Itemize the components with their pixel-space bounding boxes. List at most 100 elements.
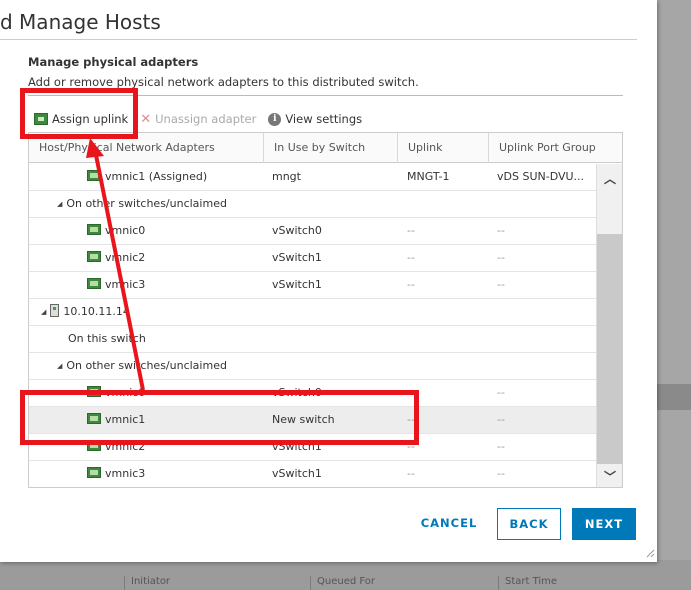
adapter-name-cell: vmnic1 (Assigned) <box>87 164 264 190</box>
network-adapter-icon <box>87 440 101 451</box>
adapter-name-cell: vmnic3 <box>87 461 264 487</box>
uplink-cell: -- <box>407 467 415 480</box>
column-header-adapters[interactable]: Host/Physical Network Adapters <box>29 133 264 163</box>
background-panel <box>657 0 691 590</box>
group-row[interactable]: ◢ On other switches/unclaimed <box>29 353 596 380</box>
adapter-name-cell: vmnic2 <box>87 245 264 271</box>
scroll-down-icon[interactable]: ﹀ <box>602 470 618 484</box>
adapter-name-cell: ◢ On other switches/unclaimed <box>57 191 264 217</box>
adapter-row[interactable]: vmnic1 New switch -- -- <box>29 407 596 434</box>
column-header-port-group[interactable]: Uplink Port Group <box>489 133 622 163</box>
host-server-icon <box>50 304 60 317</box>
adapter-toolbar: Assign uplink ✕ Unassign adapter i View … <box>28 108 368 130</box>
assign-uplink-button[interactable]: Assign uplink <box>28 108 134 130</box>
column-header-switch[interactable]: In Use by Switch <box>264 133 398 163</box>
unassign-adapter-button[interactable]: ✕ Unassign adapter <box>134 108 262 130</box>
background-column-header: Queued For <box>310 576 495 590</box>
network-adapter-icon <box>87 170 101 181</box>
switch-cell: vSwitch0 <box>272 224 322 237</box>
view-settings-button[interactable]: i View settings <box>262 108 368 130</box>
section-divider <box>28 95 623 96</box>
port-group-cell: -- <box>497 467 505 480</box>
adapter-name: On this switch <box>68 332 146 345</box>
network-adapter-icon <box>87 251 101 262</box>
port-group-cell: -- <box>497 386 505 399</box>
adapter-name-cell: On this switch <box>68 326 264 352</box>
background-column-header: Initiator <box>124 576 309 590</box>
resize-grip-icon[interactable] <box>645 548 655 558</box>
adapter-name: vmnic0 <box>105 224 146 237</box>
uplink-cell: -- <box>407 278 415 291</box>
background-task-table: Initiator Queued For Start Time <box>0 560 691 590</box>
port-group-cell: -- <box>497 251 505 264</box>
column-header-uplink[interactable]: Uplink <box>398 133 489 163</box>
network-adapter-icon <box>87 278 101 289</box>
uplink-cell: MNGT-1 <box>407 170 450 183</box>
network-adapter-icon <box>87 224 101 235</box>
info-icon: i <box>268 112 282 126</box>
adapter-name-cell: vmnic3 <box>87 272 264 298</box>
group-row[interactable]: On this switch <box>29 326 596 353</box>
scroll-thumb[interactable] <box>597 234 622 464</box>
expand-collapse-icon[interactable]: ◢ <box>57 191 62 217</box>
switch-cell: mngt <box>272 170 301 183</box>
group-row[interactable]: ◢ On other switches/unclaimed <box>29 191 596 218</box>
adapter-name: On other switches/unclaimed <box>66 359 227 372</box>
title-divider <box>0 39 637 40</box>
uplink-cell: -- <box>407 440 415 453</box>
back-button[interactable]: BACK <box>497 508 561 540</box>
port-group-cell: -- <box>497 278 505 291</box>
background-column-header: Start Time <box>498 576 691 590</box>
adapter-name-cell: ◢ 10.10.11.14 <box>41 299 264 325</box>
uplink-cell: -- <box>407 386 415 399</box>
host-row[interactable]: ◢ 10.10.11.14 <box>29 299 596 326</box>
network-adapter-icon <box>87 467 101 478</box>
adapter-name: vmnic1 (Assigned) <box>105 170 208 183</box>
expand-collapse-icon[interactable]: ◢ <box>57 353 62 379</box>
adapter-row[interactable]: vmnic1 (Assigned) mngt MNGT-1 vDS SUN-DVU..… <box>29 164 596 191</box>
next-button[interactable]: NEXT <box>572 508 636 540</box>
adapter-name-cell: vmnic1 <box>87 407 264 433</box>
switch-cell: New switch <box>272 413 335 426</box>
adapter-row[interactable]: vmnic3 vSwitch1 -- -- <box>29 272 596 299</box>
grid-scrollbar[interactable]: ︿ ﹀ <box>596 164 622 487</box>
port-group-cell: -- <box>497 440 505 453</box>
adapter-name: vmnic0 <box>105 386 146 399</box>
adapter-name-cell: vmnic2 <box>87 434 264 460</box>
port-group-cell: -- <box>497 224 505 237</box>
adapter-row[interactable]: vmnic2 vSwitch1 -- -- <box>29 245 596 272</box>
section-heading: Manage physical adapters <box>28 55 199 69</box>
red-x-icon: ✕ <box>140 111 152 127</box>
adapter-row[interactable]: vmnic3 vSwitch1 -- -- <box>29 461 596 487</box>
expand-collapse-icon[interactable]: ◢ <box>41 299 46 325</box>
adapter-name-cell: ◢ On other switches/unclaimed <box>57 353 264 379</box>
scroll-up-icon[interactable]: ︿ <box>602 172 618 186</box>
view-settings-label: View settings <box>285 112 363 126</box>
adapter-row[interactable]: vmnic2 vSwitch1 -- -- <box>29 434 596 461</box>
background-row-highlight <box>657 384 691 410</box>
uplink-cell: -- <box>407 251 415 264</box>
adapter-name-cell: vmnic0 <box>87 218 264 244</box>
adapters-grid: Host/Physical Network Adapters In Use by… <box>28 132 623 488</box>
uplink-cell: -- <box>407 224 415 237</box>
network-adapter-icon <box>87 386 101 397</box>
switch-cell: vSwitch1 <box>272 440 322 453</box>
grid-body: vmnic1 (Assigned) mngt MNGT-1 vDS SUN-DVU..… <box>29 164 596 487</box>
switch-cell: vSwitch1 <box>272 467 322 480</box>
port-group-cell: vDS SUN-DVU... <box>497 170 585 183</box>
manage-hosts-dialog: d Manage Hosts Manage physical adapters … <box>0 0 657 562</box>
network-adapter-icon <box>34 113 48 125</box>
adapter-row[interactable]: vmnic0 vSwitch0 -- -- <box>29 380 596 407</box>
grid-header: Host/Physical Network Adapters In Use by… <box>29 133 622 163</box>
switch-cell: vSwitch1 <box>272 251 322 264</box>
adapter-name: On other switches/unclaimed <box>66 197 227 210</box>
adapter-row[interactable]: vmnic0 vSwitch0 -- -- <box>29 218 596 245</box>
adapter-name: 10.10.11.14 <box>63 305 130 318</box>
adapter-name: vmnic2 <box>105 440 146 453</box>
unassign-adapter-label: Unassign adapter <box>155 112 257 126</box>
network-adapter-icon <box>87 413 101 424</box>
section-description: Add or remove physical network adapters … <box>28 75 419 89</box>
cancel-button[interactable]: CANCEL <box>420 508 478 540</box>
switch-cell: vSwitch1 <box>272 278 322 291</box>
adapter-name: vmnic3 <box>105 467 146 480</box>
